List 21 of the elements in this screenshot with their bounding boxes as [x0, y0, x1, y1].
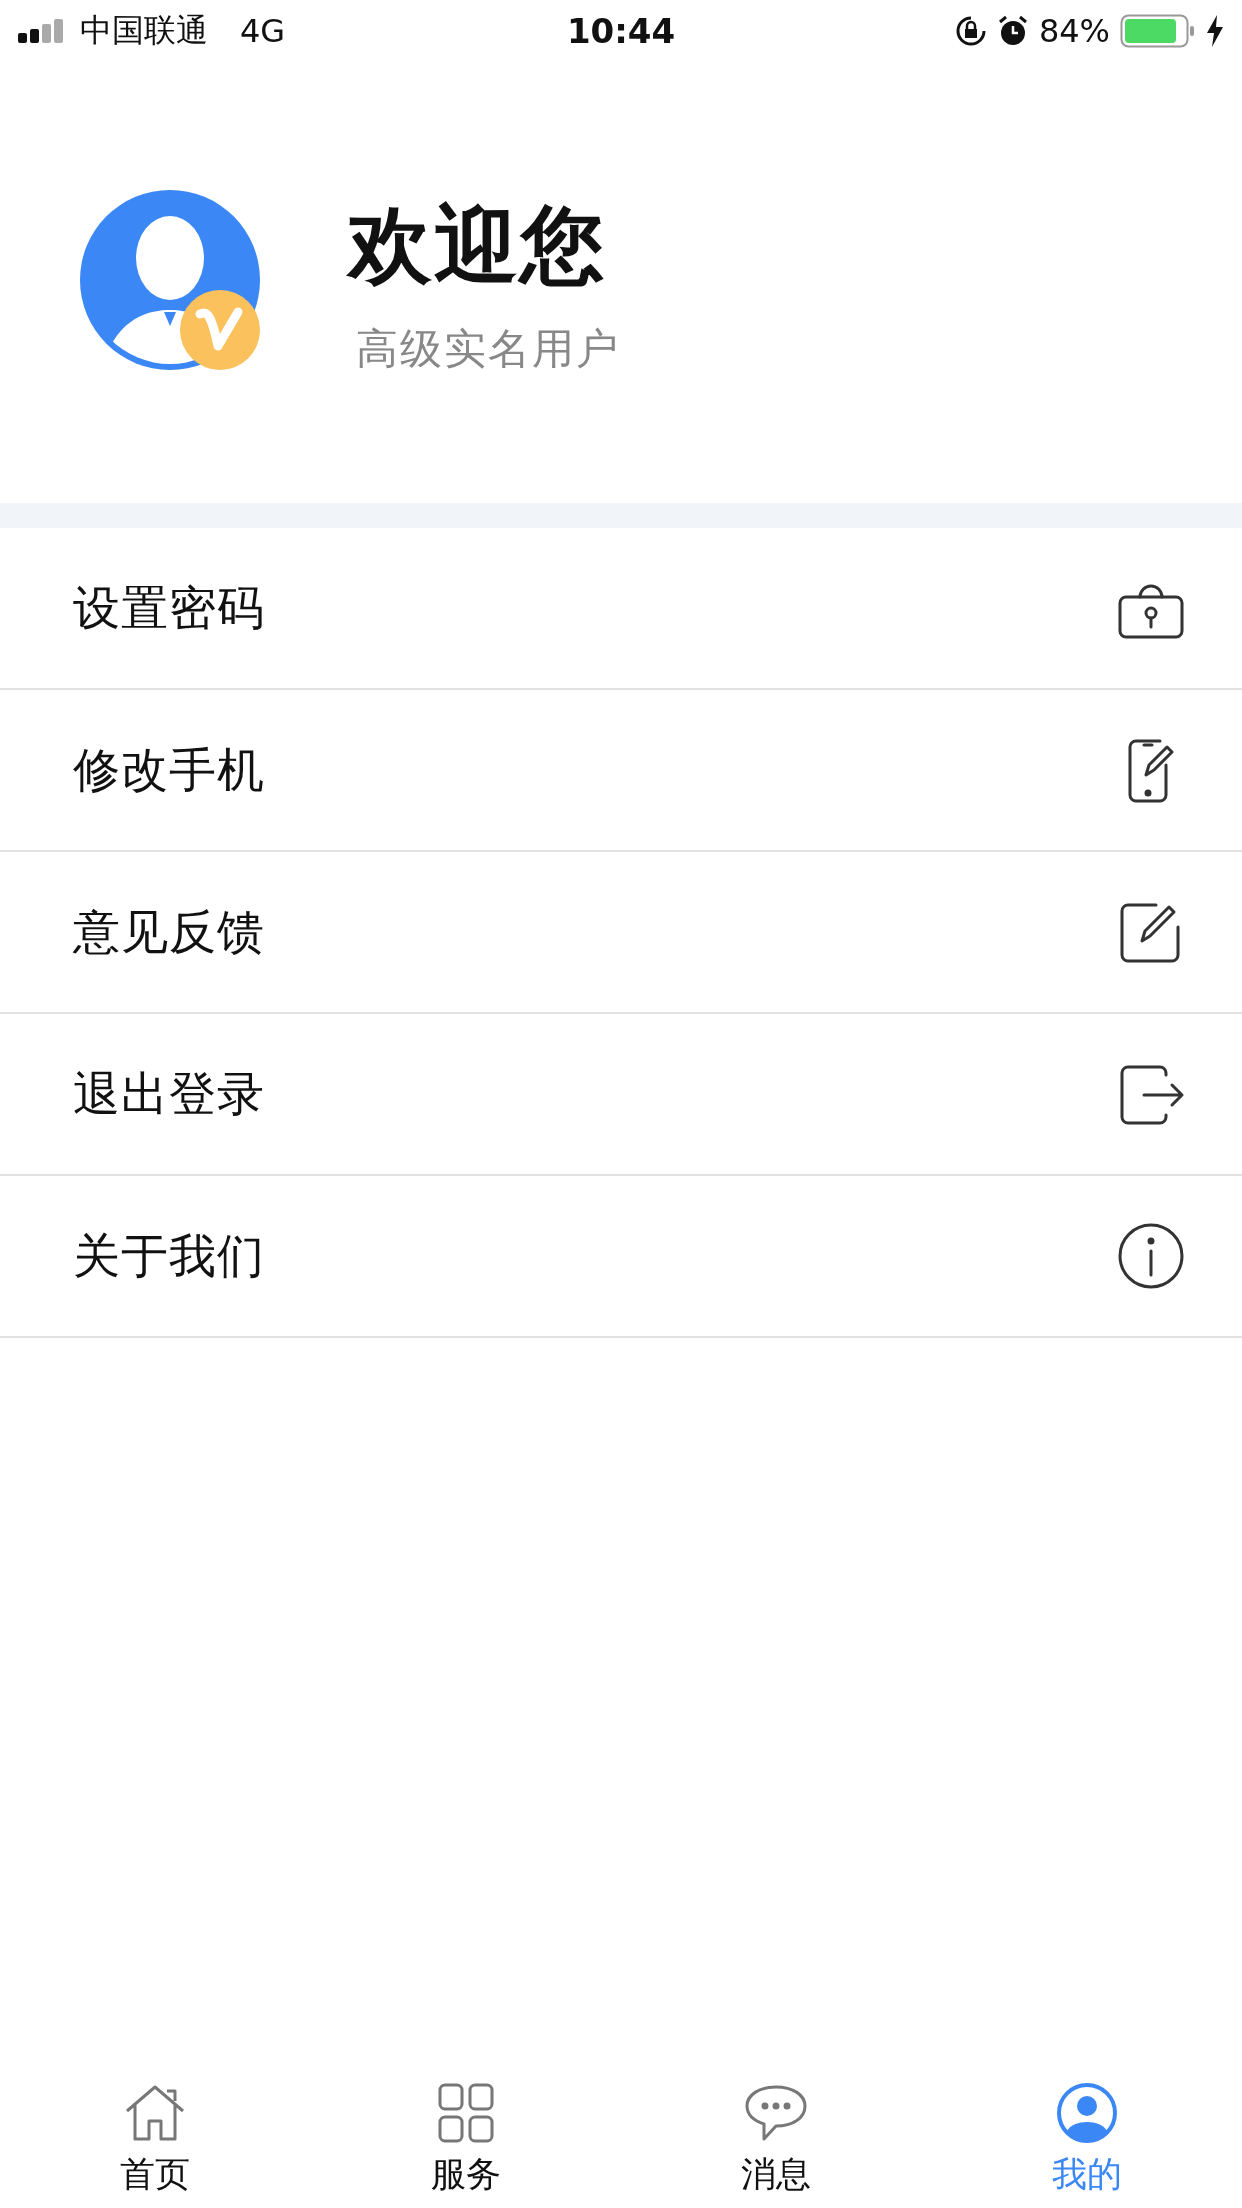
carrier-name: 中国联通: [80, 10, 208, 51]
rotation-lock-icon: [954, 15, 987, 47]
clock-time: 10:44: [566, 11, 676, 51]
menu-item[interactable]: 退出登录: [0, 1014, 1242, 1176]
user-icon: [1054, 2080, 1119, 2145]
charging-icon: [1206, 15, 1224, 47]
network-type: 4G: [240, 12, 286, 50]
user-level: 高级实名用户: [356, 322, 620, 375]
battery-icon: [1120, 14, 1196, 48]
tab-item[interactable]: 我的: [931, 2070, 1242, 2208]
welcome-title: 欢迎您: [348, 194, 607, 296]
menu-item[interactable]: 意见反馈: [0, 852, 1242, 1014]
menu-item[interactable]: 修改手机: [0, 690, 1242, 852]
tab-item[interactable]: 服务: [310, 2070, 621, 2208]
menu-item[interactable]: 关于我们: [0, 1176, 1242, 1338]
battery-percent: 84%: [1038, 12, 1110, 50]
alarm-icon: [996, 15, 1029, 47]
menu-item[interactable]: 设置密码: [0, 528, 1242, 690]
tab-item[interactable]: 首页: [0, 2070, 311, 2208]
info-icon: [1116, 1221, 1186, 1291]
tab-item[interactable]: 消息: [621, 2070, 932, 2208]
